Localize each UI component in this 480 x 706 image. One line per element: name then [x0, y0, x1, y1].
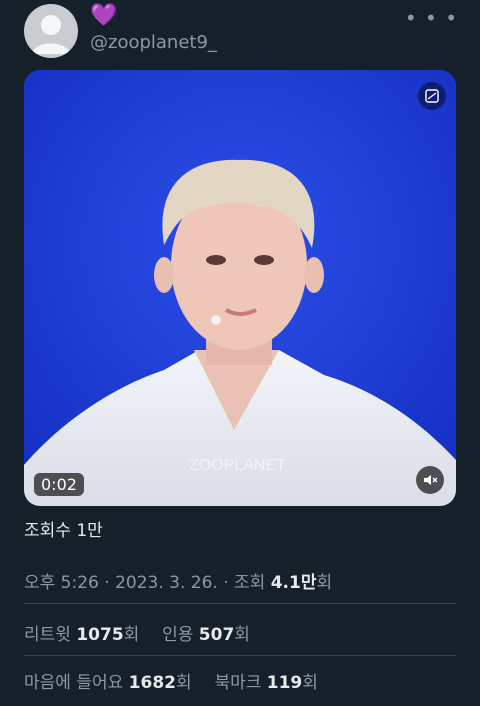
- avatar[interactable]: [24, 4, 78, 58]
- video-player[interactable]: ZOOPLANET 0:02: [24, 70, 456, 506]
- like-label[interactable]: 마음에 들어요: [24, 673, 123, 693]
- post-date[interactable]: 2023. 3. 26.: [115, 573, 218, 593]
- views-suffix: 회: [316, 573, 333, 593]
- retweet-quote-stats: 리트윗 1075회 인용 507회: [24, 620, 250, 645]
- tweet-header: 💜 @zooplanet9_ • • •: [0, 0, 480, 64]
- more-options-icon[interactable]: • • •: [405, 6, 458, 30]
- quote-label[interactable]: 인용: [162, 625, 193, 645]
- default-avatar-icon: [32, 15, 70, 54]
- user-handle[interactable]: @zooplanet9_: [90, 32, 217, 53]
- bookmark-count[interactable]: 119: [267, 673, 303, 693]
- view-count: 조회수 1만: [24, 521, 103, 541]
- video-watermark: ZOOPLANET: [189, 457, 286, 474]
- like-suffix: 회: [175, 673, 192, 693]
- retweet-count[interactable]: 1075: [76, 625, 123, 645]
- divider: [24, 655, 456, 656]
- bookmark-label[interactable]: 북마크: [214, 673, 261, 693]
- post-time[interactable]: 오후 5:26: [24, 573, 99, 593]
- divider: [24, 603, 456, 604]
- like-count[interactable]: 1682: [129, 673, 176, 693]
- separator: ·: [104, 573, 110, 593]
- video-duration: 0:02: [34, 473, 84, 496]
- display-name-heart[interactable]: 💜: [90, 4, 117, 28]
- quote-count[interactable]: 507: [199, 625, 235, 645]
- bookmark-suffix: 회: [302, 673, 318, 693]
- like-bookmark-stats: 마음에 들어요 1682회 북마크 119회: [24, 668, 318, 693]
- tweet-meta: 오후 5:26 · 2023. 3. 26. · 조회 4.1만회: [24, 568, 332, 593]
- mute-icon[interactable]: [416, 466, 444, 494]
- download-icon[interactable]: [418, 82, 446, 110]
- views-value: 4.1만: [270, 573, 317, 593]
- video-frame: ZOOPLANET: [24, 70, 456, 506]
- separator: ·: [223, 573, 229, 593]
- quote-suffix: 회: [234, 625, 250, 645]
- views-label: 조회: [234, 573, 266, 593]
- retweet-label[interactable]: 리트윗: [24, 625, 71, 645]
- retweet-suffix: 회: [123, 625, 140, 645]
